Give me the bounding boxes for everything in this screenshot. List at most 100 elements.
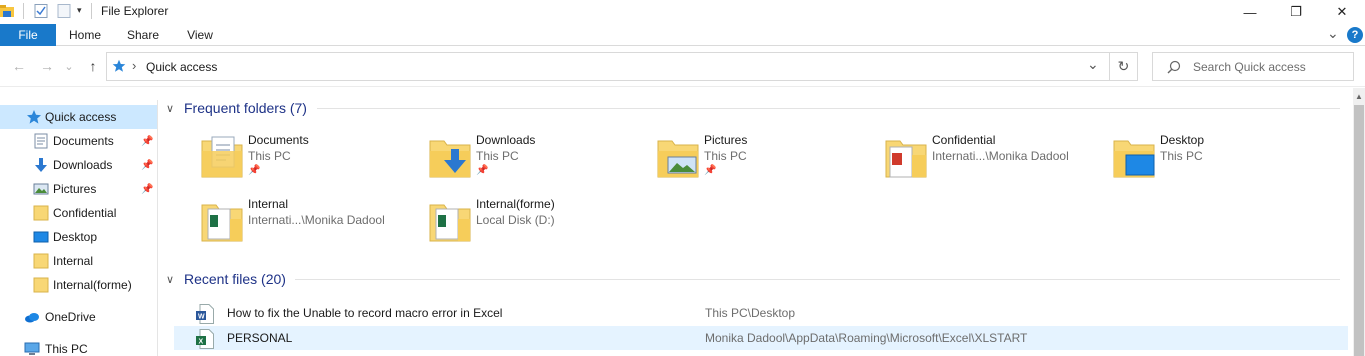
folder-name: Confidential (932, 133, 996, 147)
pin-icon[interactable]: 📌 (141, 160, 153, 171)
onedrive-icon (24, 309, 40, 325)
file-path: This PC\Desktop (705, 306, 796, 320)
restore-button[interactable]: ❐ (1273, 0, 1319, 24)
sidebar-item-internal[interactable]: Internal (0, 249, 157, 273)
recent-file-row[interactable]: X PERSONAL Monika Dadool\AppData\Roaming… (174, 326, 1348, 350)
back-button[interactable]: ← (10, 57, 28, 75)
address-separator[interactable]: › (132, 58, 136, 73)
star-icon (26, 109, 42, 125)
folder-icon (33, 253, 49, 269)
customize-qat-icon[interactable]: ▾ (77, 5, 82, 16)
file-path: Monika Dadool\AppData\Roaming\Microsoft\… (705, 331, 1028, 345)
recent-file-row[interactable]: W How to fix the Unable to record macro … (174, 301, 1348, 325)
up-button[interactable]: ↑ (84, 57, 102, 75)
section-divider (317, 108, 1340, 109)
tab-view[interactable]: View (178, 24, 222, 46)
downloads-folder-icon (428, 133, 472, 181)
tab-home[interactable]: Home (62, 24, 108, 46)
this-pc-icon (24, 341, 40, 356)
sidebar-item-label: Downloads (53, 158, 113, 172)
navigation-bar: ← → ⌄ ↑ › Quick access ⌄ ↻ Search Quick … (0, 47, 1365, 87)
folder-icon (33, 277, 49, 293)
address-text[interactable]: Quick access (146, 60, 217, 74)
file-explorer-icon[interactable] (0, 4, 14, 18)
folder-tile-confidential[interactable]: Confidential Internati...\Monika Dadool (884, 133, 1104, 193)
pin-icon[interactable]: 📌 (704, 165, 716, 176)
sidebar-item-desktop[interactable]: Desktop (0, 225, 157, 249)
recent-locations-button[interactable]: ⌄ (63, 57, 75, 75)
internal-forme-folder-icon (428, 197, 472, 245)
new-folder-icon[interactable] (57, 4, 71, 18)
documents-folder-icon (200, 133, 244, 181)
minimize-button[interactable]: — (1227, 0, 1273, 24)
sidebar-item-confidential[interactable]: Confidential (0, 201, 157, 225)
frequent-folders-header[interactable]: ∨ Frequent folders (7) (166, 98, 307, 118)
pin-icon[interactable]: 📌 (248, 165, 260, 176)
sidebar-item-label: Documents (53, 134, 114, 148)
folder-tile-downloads[interactable]: Downloads This PC 📌 (428, 133, 648, 193)
tab-file[interactable]: File (0, 24, 56, 46)
sidebar-item-label: Internal(forme) (53, 278, 132, 292)
search-box[interactable]: Search Quick access (1152, 52, 1354, 81)
section-title: Recent files (20) (184, 271, 286, 287)
scrollbar-thumb[interactable] (1354, 105, 1364, 356)
desktop-icon (33, 229, 49, 245)
chevron-down-icon: ⌄ (64, 60, 74, 73)
help-icon[interactable]: ? (1347, 27, 1363, 43)
file-name: How to fix the Unable to record macro er… (227, 306, 503, 320)
sidebar-item-downloads[interactable]: Downloads 📌 (0, 153, 157, 177)
ribbon: File Home Share View ⌄ ? (0, 24, 1365, 46)
chevron-down-icon: ∨ (166, 102, 175, 115)
folder-name: Documents (248, 133, 309, 147)
sidebar-item-quick-access[interactable]: Quick access (0, 105, 157, 129)
up-arrow-icon: ↑ (89, 58, 97, 74)
folder-location: This PC (704, 149, 747, 163)
search-icon (1167, 60, 1181, 74)
folder-tile-documents[interactable]: Documents This PC 📌 (200, 133, 420, 193)
window-title: File Explorer (101, 4, 169, 18)
folder-name: Desktop (1160, 133, 1205, 147)
navigation-pane: Quick access Documents 📌 Downloads 📌 Pic… (0, 100, 158, 356)
folder-name: Downloads (476, 133, 536, 147)
content-pane: ∨ Frequent folders (7) Documents This PC… (160, 88, 1350, 356)
sidebar-item-label: OneDrive (45, 310, 96, 324)
sidebar-item-this-pc[interactable]: This PC (0, 337, 157, 356)
forward-arrow-icon: → (40, 58, 54, 74)
section-title: Frequent folders (7) (184, 100, 307, 116)
scroll-up-icon[interactable]: ▲ (1355, 92, 1363, 101)
sidebar-item-internal-forme[interactable]: Internal(forme) (0, 273, 157, 297)
expand-ribbon-icon[interactable]: ⌄ (1327, 25, 1339, 42)
pin-icon[interactable]: 📌 (141, 136, 153, 147)
properties-icon[interactable] (34, 4, 48, 18)
refresh-button[interactable]: ↻ (1110, 52, 1138, 81)
search-input[interactable]: Search Quick access (1193, 60, 1306, 74)
recent-files-header[interactable]: ∨ Recent files (20) (166, 269, 286, 289)
sidebar-item-pictures[interactable]: Pictures 📌 (0, 177, 157, 201)
svg-text:X: X (199, 339, 204, 346)
pictures-icon (33, 181, 49, 197)
close-button[interactable]: ✕ (1319, 0, 1365, 24)
sidebar-item-label: Quick access (45, 110, 117, 124)
folder-location: Internati...\Monika Dadool (932, 149, 1069, 163)
section-divider (295, 279, 1340, 280)
documents-folder-icon (33, 133, 49, 149)
folder-tile-internal-forme[interactable]: Internal(forme) Local Disk (D:) (428, 197, 648, 257)
address-bar[interactable]: › Quick access ⌄ (106, 52, 1110, 81)
address-dropdown-icon[interactable]: ⌄ (1087, 56, 1099, 73)
folder-location: This PC (1160, 149, 1203, 163)
pin-icon[interactable]: 📌 (141, 184, 153, 195)
folder-location: This PC (248, 149, 291, 163)
tab-share[interactable]: Share (120, 24, 166, 46)
folder-location: Local Disk (D:) (476, 213, 555, 227)
sidebar-item-documents[interactable]: Documents 📌 (0, 129, 157, 153)
folder-tile-internal[interactable]: Internal Internati...\Monika Dadool (200, 197, 420, 257)
folder-tile-pictures[interactable]: Pictures This PC 📌 (656, 133, 876, 193)
internal-folder-icon (200, 197, 244, 245)
sidebar-item-label: Confidential (53, 206, 117, 220)
folder-tile-desktop[interactable]: Desktop This PC (1112, 133, 1332, 193)
sidebar-item-onedrive[interactable]: OneDrive (0, 305, 157, 329)
pin-icon[interactable]: 📌 (476, 165, 488, 176)
file-name: PERSONAL (227, 331, 293, 345)
folder-name: Internal (248, 197, 289, 211)
forward-button[interactable]: → (38, 57, 56, 75)
